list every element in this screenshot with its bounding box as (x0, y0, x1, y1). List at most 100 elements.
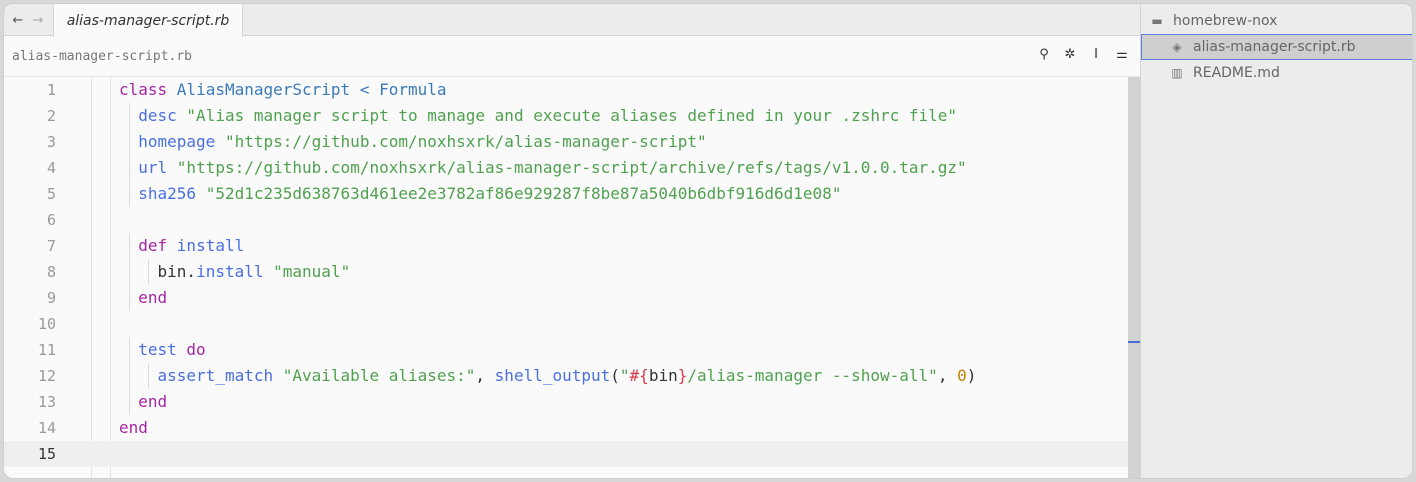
code-line[interactable]: 4 url "https://github.com/noxhsxrk/alias-… (4, 155, 1128, 181)
indent-guide (129, 389, 130, 415)
file-alias-manager-script[interactable]: ◈ alias-manager-script.rb (1141, 34, 1412, 60)
code-text: homepage "https://github.com/noxhsxrk/al… (138, 129, 706, 155)
line-number: 1 (46, 81, 56, 99)
search-icon[interactable]: ⚲ (1036, 47, 1052, 62)
file-readme[interactable]: ▥ README.md (1141, 60, 1412, 86)
code-line[interactable]: 15 (4, 441, 1128, 467)
indent-guide (129, 155, 130, 181)
tab-label: alias-manager-script.rb (66, 12, 230, 29)
token-plain: ( (610, 366, 620, 385)
text-cursor-icon[interactable]: I (1088, 47, 1104, 62)
code-text: end (138, 389, 167, 415)
token-kw: end (138, 392, 168, 411)
token-str: "https://github.com/noxhsxrk/alias-manag… (176, 158, 967, 177)
token-str: /alias-manager --show-all" (687, 366, 938, 385)
code-line[interactable]: 11 test do (4, 337, 1128, 363)
token-plain: , (937, 366, 958, 385)
token-kw: end (119, 418, 148, 437)
token-str: "manual" (273, 262, 351, 281)
token-fn: desc (138, 106, 177, 125)
token-int: } (677, 366, 688, 385)
line-number: 14 (37, 419, 56, 437)
token-str: " (619, 366, 630, 385)
line-number: 10 (37, 315, 56, 333)
code-line[interactable]: 5 sha256 "52d1c235d638763d461ee2e3782af86… (4, 181, 1128, 207)
token-str: "52d1c235d638763d461ee2e3782af86e929287f… (205, 184, 842, 203)
line-number: 3 (46, 133, 56, 151)
code-line[interactable]: 9 end (4, 285, 1128, 311)
scrollbar-cursor-marker (1128, 341, 1140, 343)
token-fn: url (138, 158, 168, 177)
code-line[interactable]: 13 end (4, 389, 1128, 415)
indent-guide (129, 285, 130, 311)
book-icon: ▥ (1171, 66, 1183, 80)
project-panel: ▬ homebrew-nox ◈ alias-manager-script.rb… (1140, 4, 1412, 478)
arrow-right-icon[interactable]: → (26, 4, 50, 36)
line-number: 12 (37, 367, 56, 385)
token-kw: do (186, 340, 206, 359)
indent-guide (129, 129, 130, 155)
indent-guide (129, 363, 130, 389)
code-text: bin.install "manual" (158, 259, 351, 285)
tab-alias-manager-script[interactable]: alias-manager-script.rb (53, 4, 243, 37)
sliders-icon[interactable]: ⚌ (1114, 47, 1130, 62)
token-cls: < Formula (359, 80, 447, 99)
code-line[interactable]: 8 bin.install "manual" (4, 259, 1128, 285)
code-text: sha256 "52d1c235d638763d461ee2e3782af86e… (138, 181, 841, 207)
ruby-file-icon: ◈ (1172, 40, 1182, 54)
folder-label: homebrew-nox (1173, 13, 1278, 29)
code-line[interactable]: 6 (4, 207, 1128, 233)
code-line[interactable]: 12 assert_match "Available aliases:", she… (4, 363, 1128, 389)
indent-guide (148, 259, 150, 285)
line-number: 4 (46, 159, 56, 177)
code-text: url "https://github.com/noxhsxrk/alias-m… (138, 155, 966, 181)
code-text: class AliasManagerScript < Formula (119, 77, 447, 103)
line-number: 2 (46, 107, 56, 125)
token-num: 0 (957, 366, 967, 385)
code-line[interactable]: 10 (4, 311, 1128, 337)
indent-guide (129, 233, 130, 259)
line-number: 15 (37, 445, 56, 463)
code-editor[interactable]: 1 class AliasManagerScript < Formula 2 desc… (4, 77, 1128, 478)
code-text: end (138, 285, 167, 311)
token-fn: assert_match (157, 366, 274, 385)
code-text: desc "Alias manager script to manage and… (138, 103, 957, 129)
breadcrumb: alias-manager-script.rb ⚲ ✲ I ⚌ (4, 37, 1140, 77)
code-line[interactable]: 1 class AliasManagerScript < Formula (4, 77, 1128, 103)
folder-icon: ▬ (1151, 14, 1163, 28)
line-number: 9 (46, 289, 56, 307)
token-kw: class (119, 80, 177, 99)
folder-homebrew-nox[interactable]: ▬ homebrew-nox (1141, 8, 1412, 34)
token-fn: homepage (138, 132, 216, 151)
code-line[interactable]: 3 homepage "https://github.com/noxhsxrk/a… (4, 129, 1128, 155)
indent-guide (129, 103, 130, 129)
line-number: 5 (46, 185, 56, 203)
tab-bar: ← → alias-manager-script.rb (4, 4, 1140, 37)
code-text: def install (138, 233, 244, 259)
token-fn: test (138, 340, 177, 359)
token-fn: install (176, 236, 245, 255)
code-line[interactable]: 7 def install (4, 233, 1128, 259)
token-plain: . (186, 262, 197, 281)
code-line[interactable]: 2 desc "Alias manager script to manage an… (4, 103, 1128, 129)
indent-guide (129, 181, 130, 207)
token-fn: shell_output (494, 366, 611, 385)
token-plain: ) (966, 366, 977, 385)
token-str: "https://github.com/noxhsxrk/alias-manag… (224, 132, 707, 151)
sparkle-icon[interactable]: ✲ (1062, 47, 1078, 62)
indent-guide (129, 259, 130, 285)
line-number: 8 (46, 263, 56, 281)
breadcrumb-file[interactable]: alias-manager-script.rb (12, 49, 192, 64)
file-label: README.md (1193, 65, 1280, 81)
line-number: 13 (37, 393, 56, 411)
file-label: alias-manager-script.rb (1193, 39, 1356, 55)
editor-toolbar: ⚲ ✲ I ⚌ (1036, 47, 1130, 62)
token-plain: bin (648, 366, 678, 385)
scrollbar[interactable] (1128, 77, 1140, 478)
code-line[interactable]: 14 end (4, 415, 1128, 441)
